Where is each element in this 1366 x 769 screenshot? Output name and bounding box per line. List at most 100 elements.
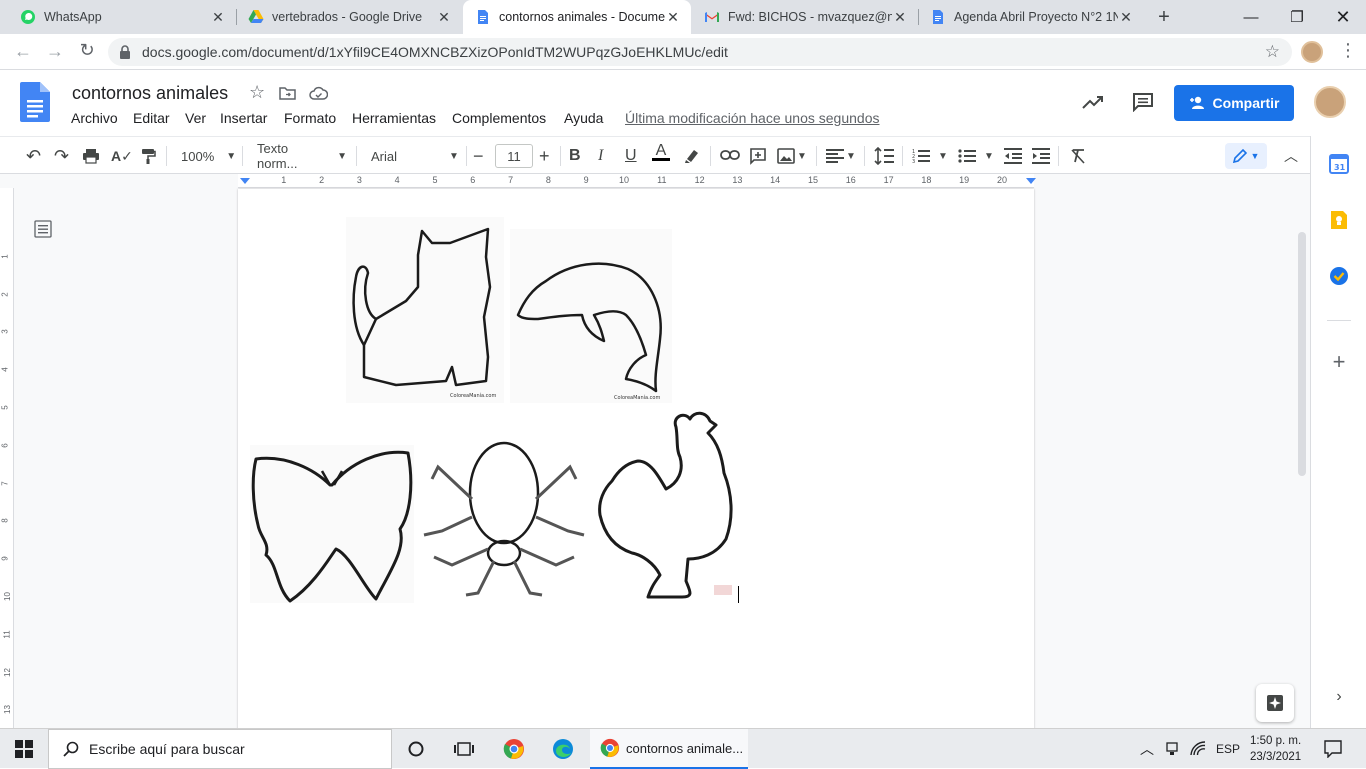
back-button[interactable]: ← [12,41,34,63]
tasks-icon[interactable] [1329,266,1349,286]
font-select[interactable]: Arial ▼ [371,144,461,168]
chrome-menu-icon[interactable]: ⋮ [1338,40,1358,62]
bulleted-list-icon[interactable] [958,148,976,164]
menu-editar[interactable]: Editar [133,110,170,126]
chevron-down-icon[interactable]: ▼ [984,144,994,168]
edge-taskbar-icon[interactable] [552,738,574,760]
numbered-list-icon[interactable]: 123 [912,148,930,164]
tab-whatsapp[interactable]: WhatsApp ✕ [8,0,236,34]
decrease-indent-icon[interactable] [1004,148,1022,164]
document-page[interactable]: ColoreaManía.com ColoreaManía.com [238,189,1034,728]
close-tab-icon[interactable]: ✕ [436,9,452,26]
input-language[interactable]: ESP [1216,729,1240,769]
comments-icon[interactable] [1132,92,1154,112]
butterfly-outline-image[interactable] [250,445,414,603]
docs-logo-icon[interactable] [20,82,50,122]
wifi-icon[interactable] [1190,741,1206,757]
task-view-icon[interactable] [454,740,474,758]
cat-outline-image[interactable]: ColoreaManía.com [346,217,504,403]
reload-button[interactable]: ↻ [76,40,98,62]
menu-formato[interactable]: Formato [284,110,336,126]
right-indent-marker[interactable] [1026,178,1036,184]
horizontal-ruler[interactable]: 1 2 3 4 5 6 7 8 9 10 11 12 13 14 15 16 17 18 19 20 [238,174,1036,188]
document-title[interactable]: contornos animales [72,83,228,104]
maximize-button[interactable]: ❐ [1274,0,1320,34]
tab-gmail[interactable]: Fwd: BICHOS - mvazquez@nor ✕ [692,0,918,34]
increase-font-size-button[interactable]: + [539,144,550,168]
menu-complementos[interactable]: Complementos [452,110,546,126]
insert-image-icon[interactable] [777,148,795,164]
underline-button[interactable]: U [625,144,637,168]
account-avatar[interactable] [1314,86,1346,118]
chevron-down-icon[interactable]: ▼ [797,144,807,168]
clear-formatting-icon[interactable] [1070,148,1086,164]
tab-contornos-animales[interactable]: contornos animales - Documen ✕ [463,0,691,34]
menu-ver[interactable]: Ver [185,110,206,126]
menu-insertar[interactable]: Insertar [220,110,267,126]
insert-comment-icon[interactable] [749,147,767,165]
tab-agenda-abril[interactable]: Agenda Abril Proyecto N°2 1N ✕ [918,0,1144,34]
notifications-icon[interactable] [1324,740,1342,758]
cloud-status-icon[interactable] [309,86,328,100]
menu-ayuda[interactable]: Ayuda [564,110,603,126]
decrease-font-size-button[interactable]: − [473,144,484,168]
redo-button[interactable]: ↷ [54,144,69,168]
paint-format-icon[interactable] [140,148,156,165]
chevron-down-icon[interactable]: ▼ [938,144,948,168]
bookmark-star-icon[interactable]: ☆ [1265,42,1280,62]
undo-button[interactable]: ↶ [26,144,41,168]
profile-avatar[interactable] [1301,41,1323,63]
cortana-icon[interactable] [408,741,424,757]
network-status-icon[interactable] [1164,741,1180,757]
windows-start-icon[interactable] [15,740,33,758]
forward-button[interactable]: → [44,41,66,63]
zoom-select[interactable]: 100% ▼ [181,144,236,168]
explore-button[interactable] [1256,684,1294,722]
share-button[interactable]: Compartir [1174,85,1294,121]
keep-icon[interactable] [1329,210,1349,230]
taskbar-search-box[interactable]: Escribe aquí para buscar [48,729,392,769]
highlight-pen-icon[interactable] [683,147,701,165]
increase-indent-icon[interactable] [1032,148,1050,164]
document-canvas[interactable]: 1 2 3 4 5 6 7 8 9 10 11 12 13 14 15 16 17 18 19 20 12345678… [0,174,1310,728]
dolphin-outline-image[interactable]: ColoreaManía.com [510,229,672,403]
tab-google-drive[interactable]: vertebrados - Google Drive ✕ [236,0,462,34]
font-size-input[interactable]: 11 [495,144,533,168]
clock[interactable]: 1:50 p. m. 23/3/2021 [1250,729,1301,769]
line-spacing-icon[interactable] [874,147,894,165]
small-image-thumbnail[interactable] [714,585,732,595]
activity-trend-icon[interactable] [1082,94,1104,110]
minimize-button[interactable]: — [1228,0,1274,34]
print-icon[interactable] [82,148,100,164]
close-tab-icon[interactable]: ✕ [665,9,681,26]
page-scrollbar[interactable] [1298,232,1306,476]
spider-outline-image[interactable] [422,439,586,603]
document-outline-icon[interactable] [34,220,52,238]
paragraph-style-select[interactable]: Texto norm... ▼ [257,141,347,171]
insert-link-icon[interactable] [720,149,740,161]
last-edit-link[interactable]: Última modificación hace unos segundos [625,110,879,126]
chrome-taskbar-icon[interactable] [503,738,525,760]
add-addon-icon[interactable]: + [1329,351,1349,373]
text-color-button[interactable]: A [652,143,670,168]
expand-side-panel-icon[interactable]: › [1331,688,1347,708]
bold-button[interactable]: B [569,144,581,168]
star-icon[interactable]: ☆ [249,82,265,103]
close-tab-icon[interactable]: ✕ [210,9,226,26]
move-folder-icon[interactable] [279,86,296,100]
show-hidden-icons[interactable]: ︿ [1140,729,1154,769]
close-window-button[interactable]: ✕ [1320,0,1366,34]
close-tab-icon[interactable]: ✕ [892,9,908,26]
align-left-icon[interactable] [826,149,844,163]
menu-archivo[interactable]: Archivo [71,110,118,126]
rooster-outline-image[interactable] [598,409,738,605]
address-bar[interactable]: docs.google.com/document/d/1xYfil9CE4OMX… [108,38,1292,66]
calendar-icon[interactable]: 31 [1329,154,1349,174]
vertical-ruler[interactable]: 1 2 3 4 5 6 7 8 9 10 11 12 13 [0,188,14,728]
taskbar-active-chrome-window[interactable]: contornos animale... [590,729,748,769]
chevron-down-icon[interactable]: ▼ [846,144,856,168]
close-tab-icon[interactable]: ✕ [1118,9,1134,26]
new-tab-button[interactable]: + [1152,6,1176,28]
menu-herramientas[interactable]: Herramientas [352,110,436,126]
editing-mode-button[interactable]: ▼ [1225,143,1267,169]
